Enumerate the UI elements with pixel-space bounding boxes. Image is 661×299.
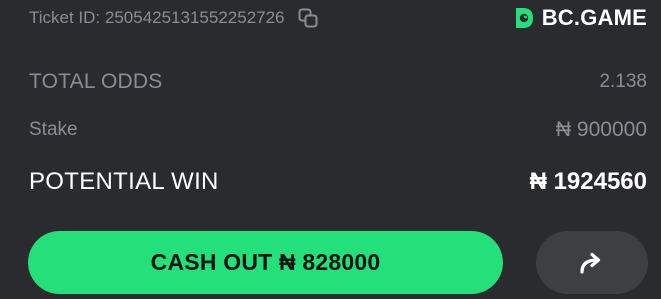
brand-name: BC.GAME xyxy=(541,5,647,30)
total-odds-row: TOTAL ODDS 2.138 xyxy=(29,64,647,100)
potential-win-row: POTENTIAL WIN ₦ 1924560 xyxy=(29,163,647,201)
stake-label: Stake xyxy=(29,119,78,140)
ticket-id-group: Ticket ID: 2505425131552252726 xyxy=(29,7,319,29)
total-odds-label: TOTAL ODDS xyxy=(29,70,163,93)
ticket-header: Ticket ID: 2505425131552252726 BC.GAME xyxy=(29,4,647,32)
stake-value: ₦ 900000 xyxy=(555,118,647,141)
ticket-id-text: Ticket ID: 2505425131552252726 xyxy=(29,8,285,27)
share-button[interactable] xyxy=(536,231,648,294)
potential-win-label: POTENTIAL WIN xyxy=(29,168,219,195)
stake-row: Stake ₦ 900000 xyxy=(29,113,647,147)
potential-win-value: ₦ 1924560 xyxy=(529,168,647,195)
cash-out-label: CASH OUT ₦ 828000 xyxy=(150,249,381,275)
copy-icon[interactable] xyxy=(297,7,319,29)
share-arrow-icon xyxy=(575,246,609,280)
bc-game-logo-icon xyxy=(512,6,536,30)
cash-out-button[interactable]: CASH OUT ₦ 828000 xyxy=(28,231,503,294)
brand-logo: BC.GAME xyxy=(512,5,647,31)
total-odds-value: 2.138 xyxy=(599,71,647,92)
